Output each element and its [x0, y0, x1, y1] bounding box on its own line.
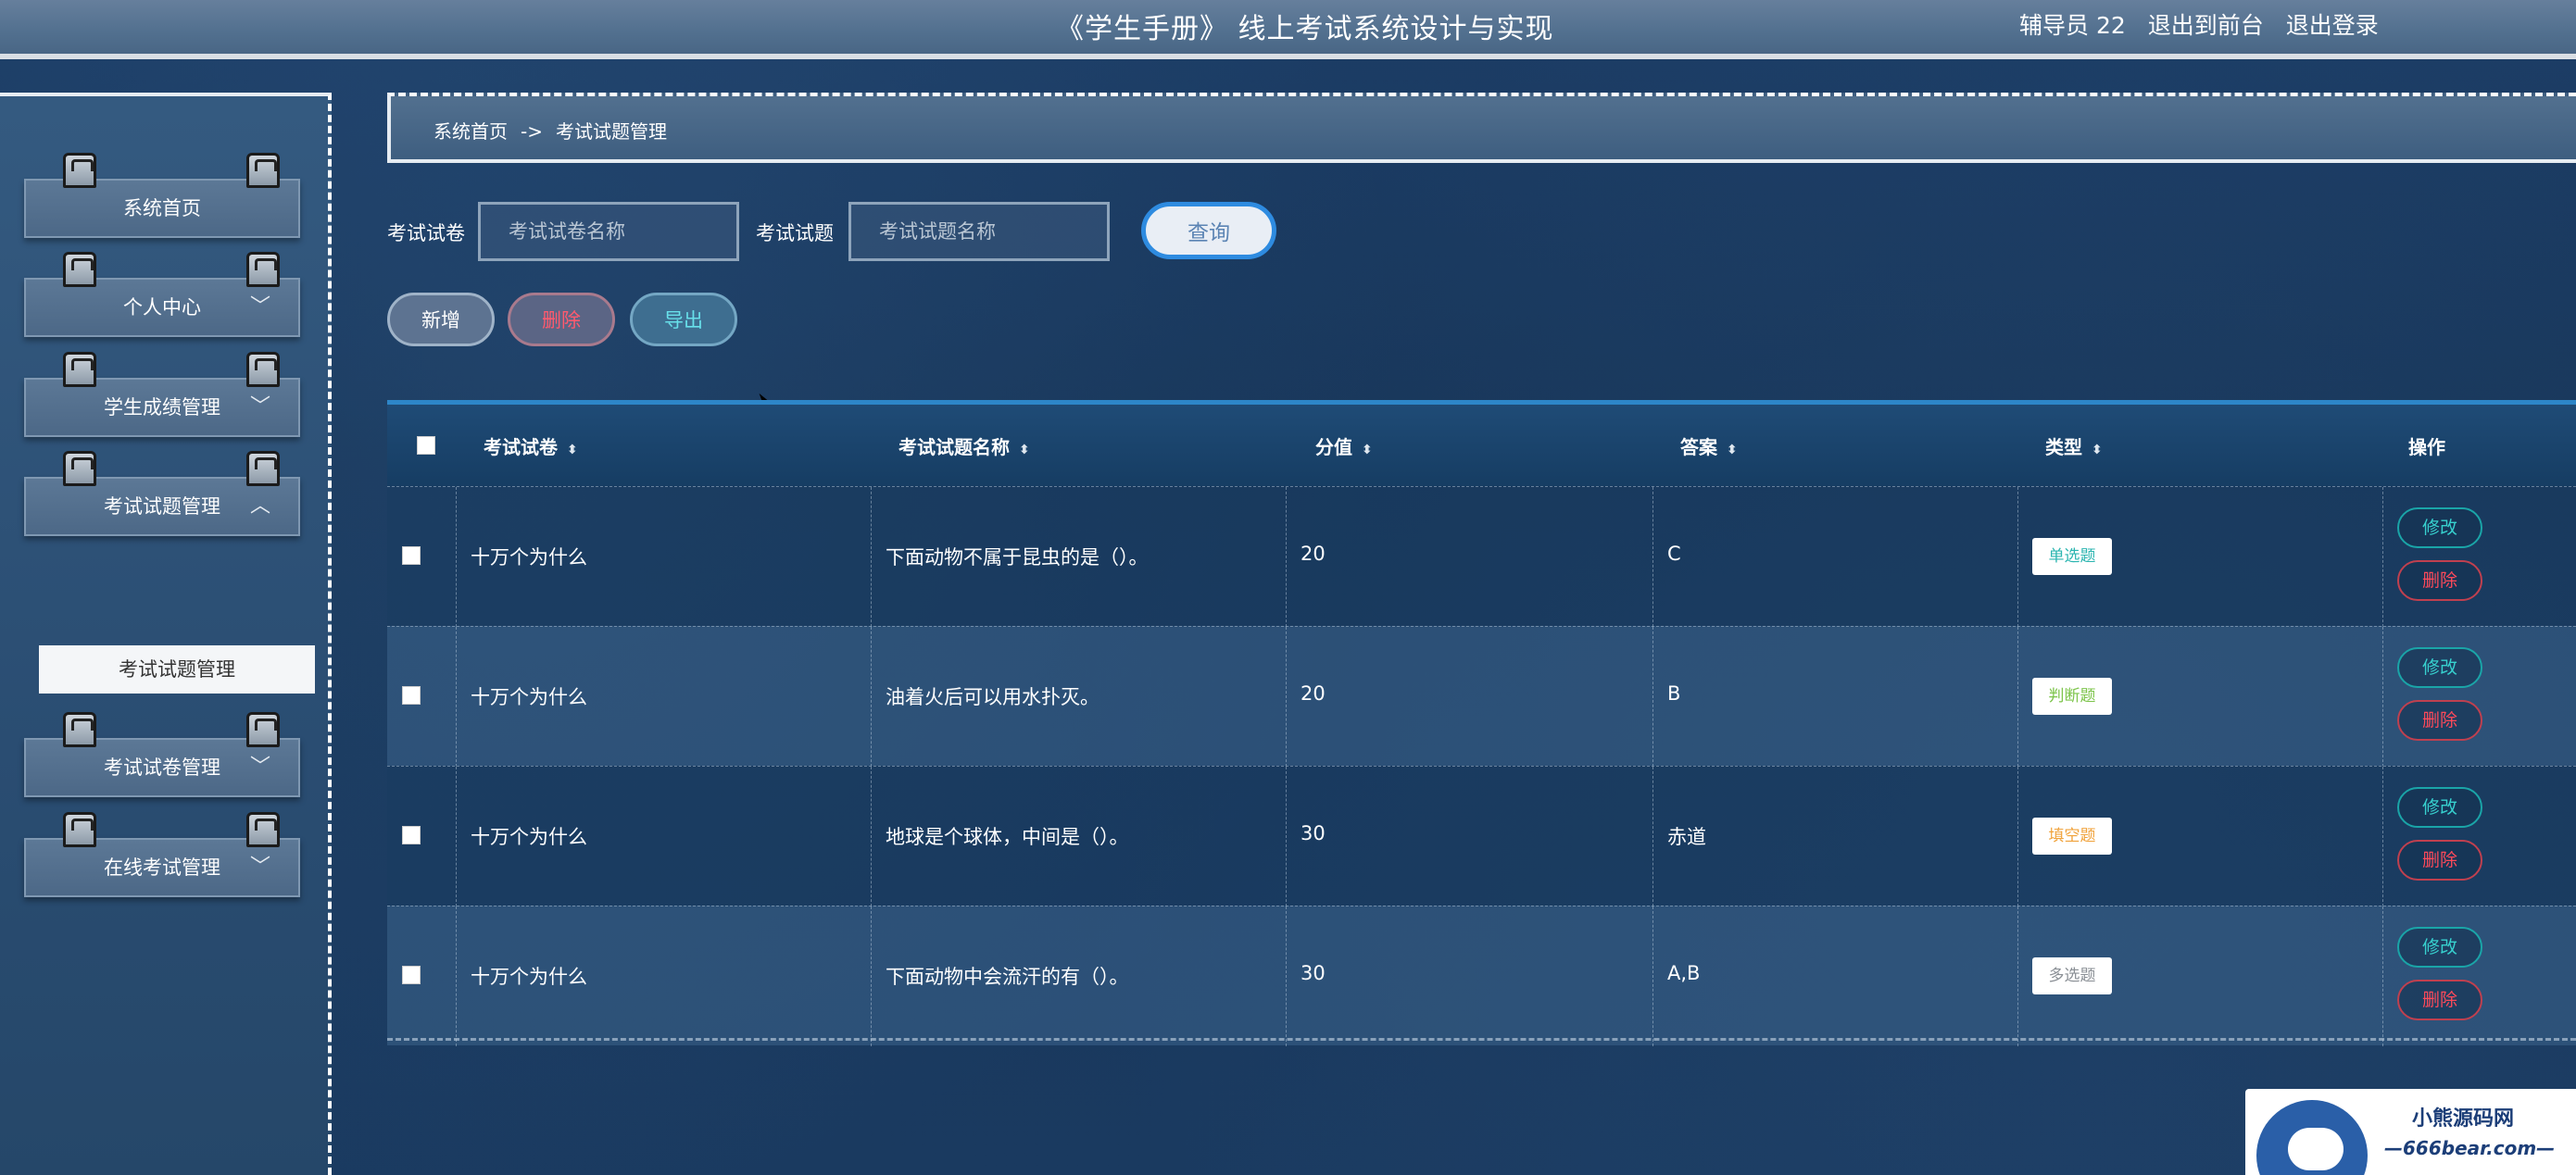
breadcrumb: 系统首页 -> 考试试题管理 [387, 93, 2576, 163]
sidebar-item-home[interactable]: 系统首页 [24, 153, 300, 238]
binder-clip-icon [63, 812, 96, 847]
batch-delete-button[interactable]: 删除 [508, 293, 615, 346]
sort-icon[interactable]: ⬍ [567, 443, 578, 457]
submenu-question-management[interactable]: 考试试题管理 [39, 645, 315, 694]
delete-button[interactable]: 删除 [2397, 980, 2482, 1020]
paper-search-input[interactable] [478, 202, 739, 261]
breadcrumb-home[interactable]: 系统首页 [434, 120, 508, 143]
sidebar-item-score-management[interactable]: 学生成绩管理 ﹀ [24, 352, 300, 437]
cell-paper: 十万个为什么 [471, 686, 587, 708]
cell-score: 20 [1301, 682, 1326, 705]
watermark-name: 小熊源码网 [2412, 1107, 2515, 1131]
add-button[interactable]: 新增 [387, 293, 495, 346]
chevron-up-icon: ︿ [249, 494, 270, 518]
sidebar-item-label: 考试试题管理 [104, 495, 220, 518]
chevron-down-icon: ﹀ [249, 395, 270, 419]
cell-score: 30 [1301, 822, 1326, 844]
watermark-site: —666bear.com— [2384, 1137, 2556, 1159]
column-header-score[interactable]: 分值 ⬍ [1315, 432, 1373, 459]
select-all-checkbox[interactable] [417, 436, 435, 455]
sidebar-item-label: 个人中心 [123, 296, 201, 319]
sidebar-item-online-exam[interactable]: 在线考试管理 ﹀ [24, 812, 300, 897]
query-button[interactable]: 查询 [1141, 202, 1276, 259]
cell-score: 30 [1301, 962, 1326, 984]
row-checkbox[interactable] [402, 966, 421, 984]
sidebar-item-label: 学生成绩管理 [104, 396, 220, 419]
cell-answer: A,B [1667, 962, 1701, 984]
edit-button[interactable]: 修改 [2397, 787, 2482, 828]
cell-answer: C [1667, 543, 1681, 565]
header-user-area: 辅导员 22 退出到前台 退出登录 [2019, 7, 2394, 41]
user-name: 辅导员 22 [2019, 12, 2126, 39]
sidebar-item-label: 考试试卷管理 [104, 756, 220, 779]
breadcrumb-current: 考试试题管理 [555, 120, 667, 143]
logout-link[interactable]: 退出登录 [2286, 12, 2379, 39]
column-header-type[interactable]: 类型 ⬍ [2045, 432, 2103, 459]
sort-icon[interactable]: ⬍ [2092, 443, 2103, 457]
binder-clip-icon [63, 153, 96, 188]
sort-icon[interactable]: ⬍ [1362, 443, 1373, 457]
binder-clip-icon [63, 252, 96, 287]
table-row: 十万个为什么 油着火后可以用水扑灭。 20 B 判断题 修改 删除 [387, 626, 2576, 767]
edit-button[interactable]: 修改 [2397, 927, 2482, 968]
table-row: 十万个为什么 下面动物不属于昆虫的是（）。 20 C 单选题 修改 删除 [387, 486, 2576, 627]
sidebar-item-personal-center[interactable]: 个人中心 ﹀ [24, 252, 300, 337]
cell-answer: B [1667, 682, 1681, 705]
sidebar-item-question-management[interactable]: 考试试题管理 ︿ [24, 451, 300, 536]
cell-question: 地球是个球体，中间是（）。 [886, 826, 1129, 848]
binder-clip-icon [63, 712, 96, 747]
sort-icon[interactable]: ⬍ [1727, 443, 1738, 457]
type-badge: 填空题 [2032, 818, 2112, 855]
question-search-input[interactable] [848, 202, 1110, 261]
breadcrumb-separator: -> [521, 120, 543, 143]
sidebar-item-paper-management[interactable]: 考试试卷管理 ﹀ [24, 712, 300, 797]
delete-button[interactable]: 删除 [2397, 560, 2482, 601]
edit-button[interactable]: 修改 [2397, 507, 2482, 548]
breadcrumb-trail: 系统首页 -> 考试试题管理 [434, 117, 667, 144]
type-badge: 判断题 [2032, 678, 2112, 715]
cell-score: 20 [1301, 543, 1326, 565]
binder-clip-icon [246, 153, 280, 188]
chevron-down-icon: ﹀ [249, 295, 270, 319]
row-checkbox[interactable] [402, 826, 421, 844]
cell-question: 下面动物不属于昆虫的是（）。 [886, 546, 1149, 569]
column-header-actions: 操作 [2408, 436, 2445, 458]
cell-paper: 十万个为什么 [471, 966, 587, 988]
cell-paper: 十万个为什么 [471, 546, 587, 569]
watermark: 小熊源码网 —666bear.com— [2245, 1089, 2576, 1175]
binder-clip-icon [63, 451, 96, 486]
table-header: 考试试卷 ⬍ 考试试题名称 ⬍ 分值 ⬍ 答案 ⬍ 类型 ⬍ 操作 [387, 405, 2576, 486]
bear-logo-icon [2256, 1100, 2368, 1175]
column-header-answer[interactable]: 答案 ⬍ [1680, 432, 1738, 459]
delete-button[interactable]: 删除 [2397, 840, 2482, 881]
sort-icon[interactable]: ⬍ [1019, 443, 1030, 457]
cell-question: 油着火后可以用水扑灭。 [886, 686, 1100, 708]
chevron-down-icon: ﹀ [249, 856, 270, 879]
sidebar-item-label: 系统首页 [123, 197, 201, 219]
cell-answer: 赤道 [1667, 826, 1706, 848]
type-badge: 多选题 [2032, 957, 2112, 994]
export-button[interactable]: 导出 [630, 293, 737, 346]
question-label: 考试试题 [756, 222, 834, 244]
table-row: 十万个为什么 下面动物中会流汗的有（）。 30 A,B 多选题 修改 删除 [387, 906, 2576, 1046]
binder-clip-icon [63, 352, 96, 387]
edit-button[interactable]: 修改 [2397, 647, 2482, 688]
column-header-question[interactable]: 考试试题名称 ⬍ [898, 432, 1030, 459]
front-page-link[interactable]: 退出到前台 [2148, 12, 2264, 39]
row-checkbox[interactable] [402, 546, 421, 565]
row-checkbox[interactable] [402, 686, 421, 705]
top-header: 《学生手册》 线上考试系统设计与实现 辅导员 22 退出到前台 退出登录 [0, 0, 2576, 59]
app-title: 《学生手册》 线上考试系统设计与实现 [1056, 13, 1554, 45]
cell-question: 下面动物中会流汗的有（）。 [886, 966, 1129, 988]
sidebar-item-label: 在线考试管理 [104, 856, 220, 879]
questions-table: 考试试卷 ⬍ 考试试题名称 ⬍ 分值 ⬍ 答案 ⬍ 类型 ⬍ 操作 十万个为什么 下面动物… [387, 400, 2576, 1046]
cell-paper: 十万个为什么 [471, 826, 587, 848]
type-badge: 单选题 [2032, 538, 2112, 575]
table-row: 十万个为什么 地球是个球体，中间是（）。 30 赤道 填空题 修改 删除 [387, 766, 2576, 906]
chevron-down-icon: ﹀ [249, 756, 270, 779]
column-header-paper[interactable]: 考试试卷 ⬍ [484, 432, 578, 459]
paper-label: 考试试卷 [387, 222, 465, 244]
sidebar: 系统首页 个人中心 ﹀ 学生成绩管理 ﹀ 考试试题管理 ︿ 考试试题管理 考试试… [0, 93, 332, 1175]
delete-button[interactable]: 删除 [2397, 700, 2482, 741]
